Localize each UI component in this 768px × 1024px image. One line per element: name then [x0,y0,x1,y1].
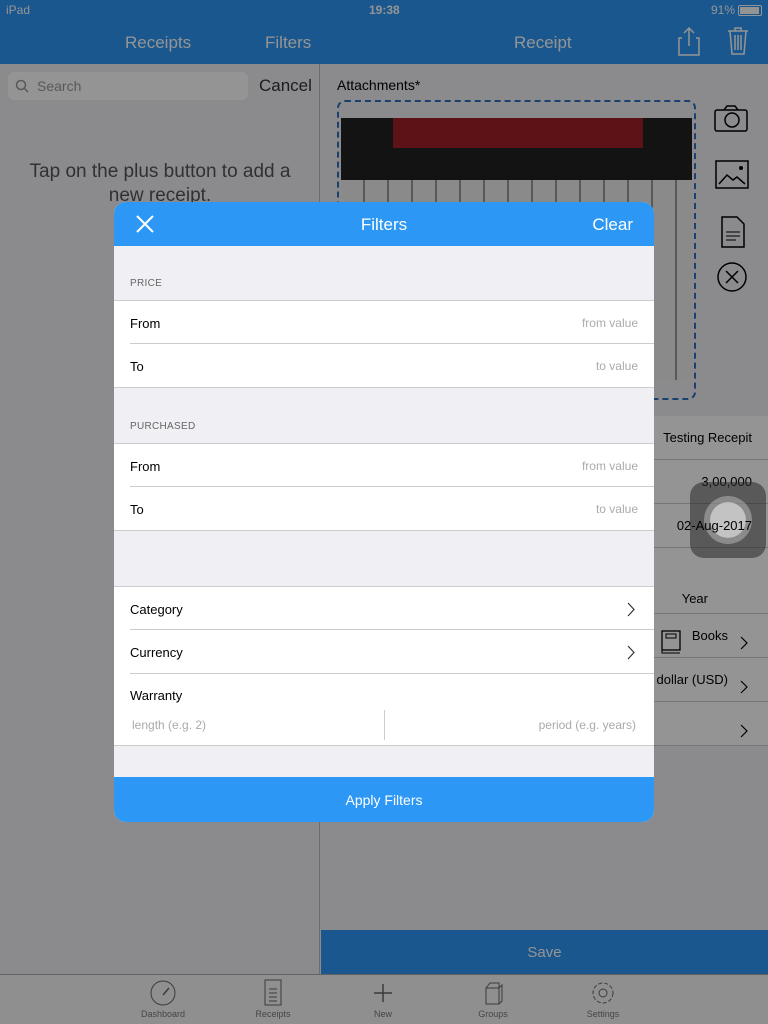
filters-modal: Filters Clear PRICE From from value To to … [114,202,654,822]
field-label: From [130,316,161,331]
price-to-input[interactable]: To to value [114,344,654,388]
chevron-right-icon [627,645,635,660]
field-label: To [130,359,144,374]
field-placeholder: from value [581,459,638,473]
divider [384,710,385,740]
receipt-date-value: 02-Aug-2017 [676,518,752,533]
warranty-period-input[interactable]: period (e.g. years) [539,718,636,732]
field-label: Category [130,602,183,617]
warranty-row: Warranty length (e.g. 2) period (e.g. ye… [114,674,654,746]
field-label: Currency [130,645,183,660]
warranty-length-input[interactable]: length (e.g. 2) [132,718,206,732]
chevron-right-icon [627,602,635,617]
modal-title: Filters [360,215,408,234]
field-placeholder: from value [581,316,638,330]
purchased-from-input[interactable]: From from value [114,443,654,487]
apply-filters-button[interactable]: Apply Filters [114,777,654,822]
category-row[interactable]: Category [114,586,654,630]
field-label: To [130,502,144,517]
field-label: From [130,459,161,474]
clear-button[interactable]: Clear [592,215,633,235]
field-placeholder: to value [595,502,638,516]
modal-header: Filters Clear [114,202,654,246]
field-placeholder: to value [595,359,638,373]
price-from-input[interactable]: From from value [114,300,654,344]
field-label: Warranty [130,688,183,703]
purchased-to-input[interactable]: To to value [114,487,654,531]
currency-row[interactable]: Currency [114,630,654,674]
price-section-header: PRICE [130,278,163,289]
purchased-section-header: PURCHASED [130,421,196,432]
